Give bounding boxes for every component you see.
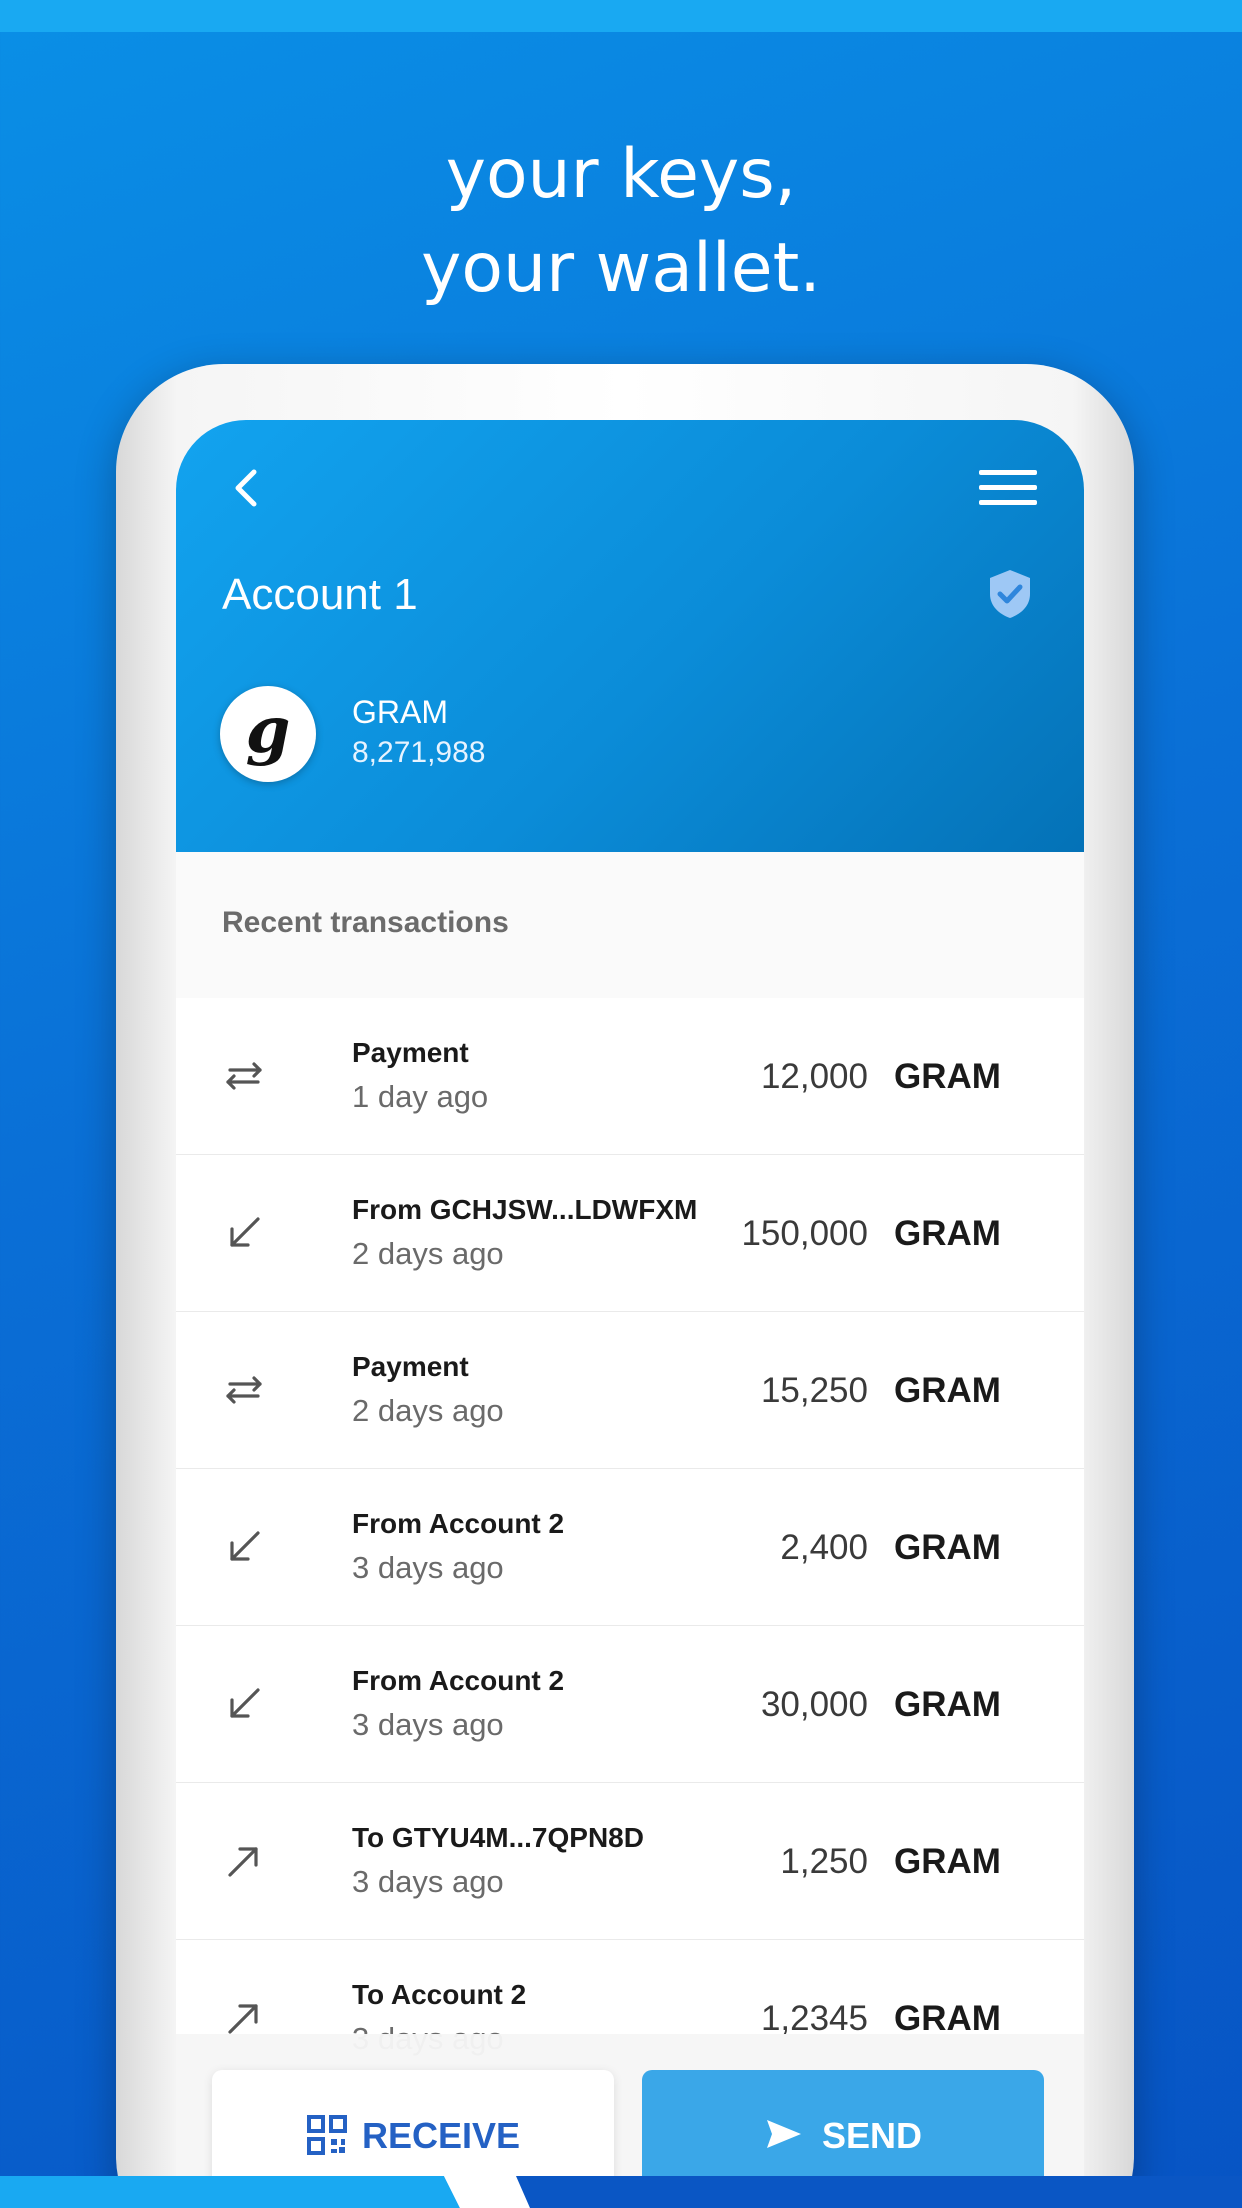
transaction-title: To Account 2 xyxy=(352,1979,527,2010)
coin-avatar: g xyxy=(220,686,316,782)
transaction-row[interactable]: To GTYU4M...7QPN8D 3 days ago 1,250 GRAM xyxy=(176,1783,1084,1940)
transaction-row[interactable]: From Account 2 3 days ago 30,000 GRAM xyxy=(176,1626,1084,1783)
account-header: Account 1 g GRAM 8,271,988 xyxy=(176,420,1084,852)
headline: your keys, your wallet. xyxy=(0,128,1242,316)
transaction-time: 2 days ago xyxy=(352,1393,504,1428)
transaction-unit: GRAM xyxy=(894,1528,1001,1567)
transaction-unit: GRAM xyxy=(894,1842,1001,1881)
receive-button-label: RECEIVE xyxy=(361,2115,521,2156)
transaction-unit: GRAM xyxy=(894,1685,1001,1724)
transaction-title: To GTYU4M...7QPN8D xyxy=(352,1822,644,1853)
transaction-amount: 2,400 xyxy=(780,1528,868,1567)
shield-check-icon xyxy=(990,570,1030,618)
transaction-amount: 12,000 xyxy=(760,1057,868,1096)
arrow-down-left-icon xyxy=(230,1217,260,1247)
swap-arrows-icon xyxy=(226,1376,262,1404)
bottom-decor-band xyxy=(0,2176,1242,2208)
transaction-time: 1 day ago xyxy=(352,1079,489,1114)
section-title: Recent transactions xyxy=(222,906,509,939)
send-button-label: SEND xyxy=(821,2115,923,2156)
transaction-amount: 30,000 xyxy=(760,1685,868,1724)
transaction-time: 3 days ago xyxy=(352,1864,504,1899)
transaction-title: From GCHJSW...LDWFXM xyxy=(352,1194,698,1225)
qr-code-icon xyxy=(306,2115,347,2155)
transaction-title: From Account 2 xyxy=(352,1508,565,1539)
transaction-title: From Account 2 xyxy=(352,1665,565,1696)
transaction-unit: GRAM xyxy=(894,1371,1001,1410)
paper-plane-icon xyxy=(766,2120,801,2148)
transaction-unit: GRAM xyxy=(894,1214,1001,1253)
coin-balance: 8,271,988 xyxy=(352,736,486,769)
hamburger-menu-icon xyxy=(979,470,1037,505)
account-title: Account 1 xyxy=(222,570,418,619)
menu-button[interactable] xyxy=(976,460,1040,516)
coin-name: GRAM xyxy=(352,694,448,730)
transaction-list: Payment 1 day ago 12,000 GRAM From GCHJS… xyxy=(176,998,1084,2097)
transaction-row[interactable]: Payment 1 day ago 12,000 GRAM xyxy=(176,998,1084,1155)
phone-screen: Account 1 g GRAM 8,271,988 Recent transa… xyxy=(176,420,1084,2208)
transaction-unit: GRAM xyxy=(894,1057,1001,1096)
transaction-time: 3 days ago xyxy=(352,1550,504,1585)
transaction-row[interactable]: From Account 2 3 days ago 2,400 GRAM xyxy=(176,1469,1084,1626)
transaction-title: Payment xyxy=(352,1037,469,1068)
coin-logo-glyph: g xyxy=(245,693,291,768)
transaction-amount: 1,250 xyxy=(780,1842,868,1881)
back-button[interactable] xyxy=(218,460,274,516)
transaction-row[interactable]: From GCHJSW...LDWFXM 2 days ago 150,000 … xyxy=(176,1155,1084,1312)
headline-line-1: your keys, xyxy=(445,135,797,214)
headline-line-2: your wallet. xyxy=(421,229,821,308)
swap-arrows-icon xyxy=(226,1062,262,1090)
arrow-up-right-icon xyxy=(228,1847,258,1877)
transaction-amount: 15,250 xyxy=(760,1371,868,1410)
chevron-left-icon xyxy=(235,469,257,507)
transaction-row[interactable]: Payment 2 days ago 15,250 GRAM xyxy=(176,1312,1084,1469)
arrow-down-left-icon xyxy=(230,1531,260,1561)
transaction-time: 3 days ago xyxy=(352,1707,504,1742)
arrow-down-left-icon xyxy=(230,1688,260,1718)
transaction-amount: 150,000 xyxy=(741,1214,868,1253)
transaction-time: 2 days ago xyxy=(352,1236,504,1271)
transaction-title: Payment xyxy=(352,1351,469,1382)
top-band xyxy=(0,0,1242,32)
